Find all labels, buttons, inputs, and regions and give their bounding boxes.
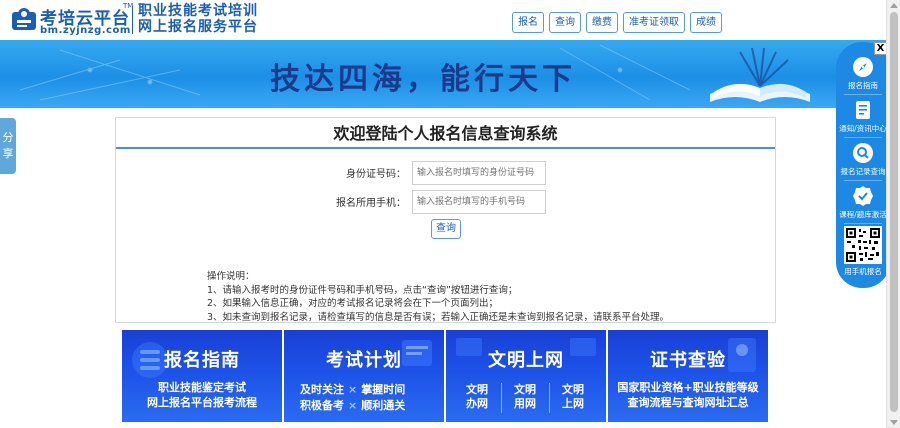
card-row: 及时关注 × 掌握时间 <box>300 381 430 397</box>
nav-score-button[interactable]: 成绩 <box>690 12 722 33</box>
instruction-item: 1、请输入报考时的身份证件号码和手机号码，点击“查询”按钮进行查询； <box>207 284 518 296</box>
nav-query-button[interactable]: 查询 <box>549 12 581 33</box>
id-number-input[interactable] <box>412 161 546 185</box>
scrollbar-thumb[interactable] <box>890 12 898 412</box>
header-slogan: 职业技能考试培训 网上报名服务平台 <box>138 3 258 35</box>
side-item-label: 通知/资讯中心 <box>839 124 887 133</box>
card-row: 积极备考 × 顺利通关 <box>300 397 430 413</box>
side-item-activate[interactable]: 课程/题库激活 <box>836 185 890 220</box>
card-subtitle-line: 国家职业资格+职业技能等级 <box>617 381 759 394</box>
nav-admission-ticket-button[interactable]: 准考证领取 <box>623 12 685 33</box>
share-tab-char-1: 分 <box>2 131 14 144</box>
card-col-divider <box>501 383 502 413</box>
side-item-news[interactable]: 通知/资讯中心 <box>836 99 890 134</box>
card-phrase: 文明 <box>562 383 584 396</box>
card-phrase: 及时关注 <box>300 383 344 396</box>
scroll-down-arrow-icon[interactable] <box>890 420 898 425</box>
card-phrase: 文明 <box>514 383 536 396</box>
slogan-line-1: 职业技能考试培训 <box>138 3 258 19</box>
card-phrase: 文明 <box>466 383 488 396</box>
card-title: 考试计划 <box>326 350 402 371</box>
card-phrase: 顺利通关 <box>361 399 406 412</box>
side-item-mobile-register[interactable]: 用手机报名 <box>836 226 890 277</box>
cross-icon: × <box>348 383 358 396</box>
instructions-heading: 操作说明： <box>207 271 255 282</box>
card-exam-plan[interactable]: 考试计划 及时关注 × 掌握时间 积极备考 × 顺利通关 <box>284 330 444 422</box>
card-col-divider <box>549 383 550 413</box>
id-number-label: 身份证号码： <box>346 169 406 180</box>
side-item-label: 报名记录查询 <box>840 167 886 176</box>
card-title: 证书查验 <box>650 350 726 371</box>
logo-domain: bm.zyjnzg.com <box>40 25 131 36</box>
phone-label: 报名所用手机： <box>336 198 406 209</box>
banner-slogan: 技达四海，能行天下 <box>270 62 576 97</box>
card-col: 文明 办网 <box>462 383 492 411</box>
card-subtitle: 职业技能鉴定考试 网上报名平台报考流程 <box>122 380 282 410</box>
card-col: 文明 上网 <box>558 383 588 411</box>
card-civilized-internet[interactable]: 文明上网 文明 办网 文明 用网 文明 上网 <box>446 330 606 422</box>
card-title: 报名指南 <box>164 350 240 371</box>
nav-payment-button[interactable]: 缴费 <box>586 12 618 33</box>
compass-icon <box>853 57 873 77</box>
side-item-label: 报名指南 <box>848 81 878 90</box>
share-tab[interactable]: 分 享 <box>0 118 16 174</box>
card-title: 文明上网 <box>488 350 564 371</box>
site-logo[interactable]: 考培云平台 TM bm.zyjnzg.com <box>10 2 133 38</box>
document-icon <box>856 101 870 119</box>
card-phrase: 办网 <box>466 397 488 410</box>
form-title: 欢迎登陆个人报名信息查询系统 <box>116 118 775 149</box>
card-col: 文明 用网 <box>510 383 540 411</box>
side-separator <box>844 137 882 138</box>
query-button[interactable]: 查询 <box>431 219 461 239</box>
side-item-label: 用手机报名 <box>844 267 882 276</box>
share-tab-char-2: 享 <box>2 147 14 160</box>
phone-row: 报名所用手机： <box>116 190 775 214</box>
card-subtitle-line: 网上报名平台报考流程 <box>147 396 257 409</box>
open-book-icon <box>710 47 810 102</box>
query-form-panel: 欢迎登陆个人报名信息查询系统 身份证号码： 报名所用手机： 查询 操作说明： 1… <box>115 117 776 323</box>
logo-divider <box>132 6 133 34</box>
feature-cards: 报名指南 职业技能鉴定考试 网上报名平台报考流程 考试计划 及时关注 × 掌握时间 … <box>122 330 768 422</box>
vertical-scrollbar[interactable] <box>886 0 900 428</box>
card-subtitle-line: 职业技能鉴定考试 <box>158 381 246 394</box>
side-item-guide[interactable]: 报名指南 <box>836 56 890 91</box>
side-item-record-query[interactable]: 报名记录查询 <box>836 142 890 177</box>
slogan-line-2: 网上报名服务平台 <box>138 19 258 35</box>
side-service-panel: 报名指南 通知/资讯中心 报名记录查询 课程/题库激活 用手机报名 <box>836 42 890 288</box>
search-icon <box>853 143 873 163</box>
side-separator <box>844 94 882 95</box>
card-certificate-check[interactable]: 证书查验 国家职业资格+职业技能等级 查询流程与查询网址汇总 <box>608 330 768 422</box>
card-phrase: 积极备考 <box>300 399 344 412</box>
cross-icon: × <box>348 399 358 412</box>
card-phrase: 掌握时间 <box>361 383 406 396</box>
qr-code-icon <box>844 226 882 264</box>
nav-register-button[interactable]: 报名 <box>512 12 544 33</box>
side-separator <box>844 223 882 224</box>
hero-banner: 技达四海，能行天下 <box>0 40 886 108</box>
card-subtitle: 国家职业资格+职业技能等级 查询流程与查询网址汇总 <box>608 380 768 410</box>
logo-mark-icon <box>12 8 36 30</box>
phone-input[interactable] <box>412 190 546 214</box>
instruction-item: 3、如未查询到报名记录，请检查填写的信息是否有误；若输入正确还是未查询到报名记录… <box>207 311 670 323</box>
card-subtitle-line: 查询流程与查询网址汇总 <box>627 396 749 409</box>
card-phrase: 上网 <box>562 397 584 410</box>
side-separator <box>844 180 882 181</box>
card-phrase: 用网 <box>514 397 536 410</box>
instruction-item: 2、如果输入信息正确，对应的考试报名记录将会在下一个页面列出； <box>207 298 499 309</box>
verified-badge-icon <box>853 186 873 206</box>
side-item-label: 课程/题库激活 <box>839 210 887 219</box>
top-nav: 报名 查询 缴费 准考证领取 成绩 <box>512 12 722 34</box>
card-register-guide[interactable]: 报名指南 职业技能鉴定考试 网上报名平台报考流程 <box>122 330 282 422</box>
instructions: 操作说明： 1、请输入报考时的身份证件号码和手机号码，点击“查询”按钮进行查询；… <box>207 270 767 324</box>
scroll-up-arrow-icon[interactable] <box>890 3 898 8</box>
site-header: 考培云平台 TM bm.zyjnzg.com 职业技能考试培训 网上报名服务平台… <box>0 0 886 40</box>
id-number-row: 身份证号码： <box>116 161 775 185</box>
